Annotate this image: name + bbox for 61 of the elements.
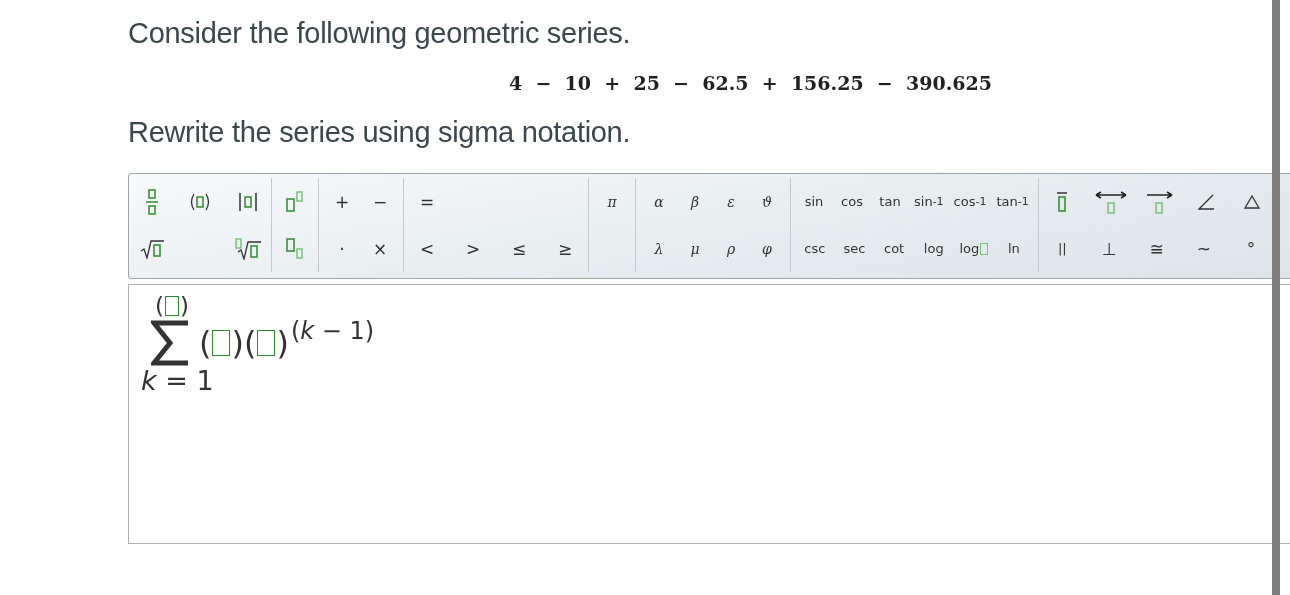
symbol-button[interactable]: sin [801,182,827,221]
symbol-button[interactable]: β [687,182,703,221]
parenthesis: ( [243,324,257,362]
parenthesis: ) [180,293,189,319]
symbol-button[interactable]: φ [759,229,775,268]
symbol-button[interactable]: cos [838,182,866,221]
nth-root-icon [235,237,261,260]
symbol-button[interactable]: cot [881,229,908,268]
overline-icon [1055,190,1068,213]
symbol-button[interactable]: || [1054,229,1070,268]
symbol-button[interactable]: ≅ [1146,229,1167,268]
parenthesis: ( [155,293,164,319]
symbol-button[interactable]: = [416,182,438,221]
ray-icon [1145,188,1174,215]
triangle-icon [1243,194,1260,209]
parenthesis: ) [231,324,244,362]
term-field[interactable] [257,330,276,356]
symbol-button[interactable]: α [651,182,667,221]
symbol-button[interactable]: csc [801,229,829,268]
absolute-value-icon [238,191,258,212]
symbol-button[interactable]: ϑ [759,182,775,221]
square-root-icon [140,238,164,259]
parentheses-icon [189,192,211,211]
symbol-button[interactable]: ⊥ [1099,229,1120,268]
symbol-button[interactable]: < [416,229,438,268]
symbol-button[interactable]: − [369,182,391,221]
series-expression: 4 − 10 + 25 − 62.5 + 156.25 − 390.625 [509,72,993,94]
exponent-text: (k − 1) [290,317,375,345]
symbol-button[interactable]: π [604,182,620,221]
subscript-icon [285,236,305,261]
symbol-button[interactable]: ≤ [508,229,530,268]
lower-limit-text: k = 1 [141,365,215,396]
angle-icon [1197,193,1214,210]
symbol-button[interactable]: ρ [723,229,739,268]
sigma-icon [151,319,191,367]
symbol-button[interactable]: · [336,229,348,268]
symbol-button[interactable]: > [462,229,484,268]
function-button[interactable]: log [956,229,992,268]
fraction-icon [146,188,158,215]
symbol-button[interactable]: ~ [1193,229,1215,268]
symbol-button[interactable]: λ [651,229,667,268]
term-field[interactable] [212,330,231,356]
placeholder-icon [980,242,989,255]
symbol-button[interactable]: ln [1004,229,1023,268]
symbol-button[interactable]: × [369,229,391,268]
symbol-button[interactable]: log [920,229,947,268]
instruction-text: Rewrite the series using sigma notation. [128,116,632,149]
symbol-button[interactable]: + [331,182,353,221]
symbol-button[interactable]: sec [840,229,869,268]
symbol-button[interactable]: ° [1243,229,1259,268]
parenthesis: ) [276,324,289,362]
upper-limit-field[interactable] [165,296,179,316]
scrollbar[interactable] [1272,0,1280,595]
symbol-button[interactable]: μ [687,229,703,268]
parenthesis: ( [199,324,212,362]
question-text: Consider the following geometric series. [128,17,632,50]
line-icon [1093,188,1128,215]
symbol-button[interactable]: tan [876,182,904,221]
symbol-button[interactable]: ε [724,182,738,221]
superscript-icon [285,190,305,213]
symbol-button[interactable]: ≥ [554,229,576,268]
